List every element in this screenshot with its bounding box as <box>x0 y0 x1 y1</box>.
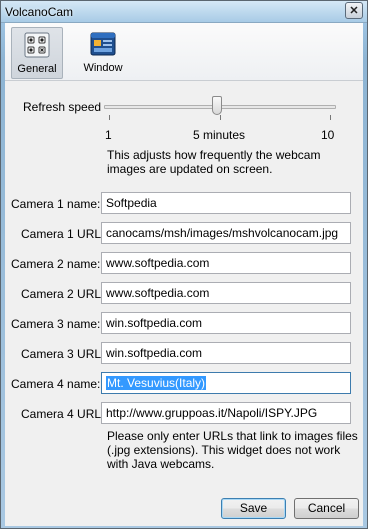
tab-general-label: General <box>17 63 57 75</box>
camera4-name-selection: Mt. Vesuvius(Italy) <box>106 376 207 390</box>
url-help-line: (.jpg extensions). This widget does not … <box>107 443 341 457</box>
refresh-help-line: images are updated on screen. <box>107 162 273 176</box>
refresh-speed-thumb[interactable] <box>212 96 222 115</box>
camera3-url-label: Camera 3 URL: <box>21 347 105 361</box>
close-icon: ✕ <box>349 5 359 17</box>
camera4-name-field[interactable]: Mt. Vesuvius(Italy) <box>101 372 351 394</box>
camera2-name-label: Camera 2 name: <box>11 257 101 271</box>
url-help-line: with Java webcams. <box>107 457 215 471</box>
camera4-name-label: Camera 4 name: <box>11 377 101 391</box>
camera4-url-field[interactable]: http://www.gruppoas.it/Napoli/ISPY.JPG <box>101 402 351 424</box>
switches-icon <box>24 32 50 58</box>
slider-tick <box>109 115 110 120</box>
window-icon <box>90 32 116 56</box>
url-help-text: Please only enter URLs that link to imag… <box>107 429 358 471</box>
slider-min-label: 1 <box>105 128 112 142</box>
cancel-button[interactable]: Cancel <box>294 498 359 519</box>
camera2-url-field[interactable]: www.softpedia.com <box>101 282 351 304</box>
camera2-name-field[interactable]: www.softpedia.com <box>101 252 351 274</box>
slider-mid-label: 5 minutes <box>193 128 246 142</box>
camera1-name-label: Camera 1 name: <box>11 197 101 211</box>
camera1-url-label: Camera 1 URL: <box>21 227 105 241</box>
preferences-window: VolcanoCam ✕ General Window Refresh spee… <box>0 0 368 529</box>
camera3-url-field[interactable]: win.softpedia.com <box>101 342 351 364</box>
url-help-line: Please only enter URLs that link to imag… <box>107 429 358 443</box>
camera2-url-label: Camera 2 URL: <box>21 287 105 301</box>
close-button[interactable]: ✕ <box>345 2 363 19</box>
general-panel: Refresh speed 1 5 minutes 10 This adjust… <box>5 81 363 526</box>
camera4-url-label: Camera 4 URL: <box>21 407 105 421</box>
refresh-help-line: This adjusts how frequently the webcam <box>107 148 321 162</box>
tab-window-label: Window <box>83 62 123 74</box>
refresh-help-text: This adjusts how frequently the webcam i… <box>107 148 320 176</box>
slider-tick <box>220 115 221 120</box>
slider-max-label: 10 <box>321 128 335 142</box>
tab-general[interactable]: General <box>11 27 63 79</box>
slider-tick <box>330 115 331 120</box>
refresh-speed-label: Refresh speed <box>23 100 102 114</box>
window-title: VolcanoCam <box>5 5 74 19</box>
preferences-toolbar: General Window <box>5 23 363 81</box>
title-bar[interactable]: VolcanoCam ✕ <box>1 1 367 23</box>
camera3-name-label: Camera 3 name: <box>11 317 101 331</box>
tab-window[interactable]: Window <box>77 27 129 79</box>
camera1-name-field[interactable]: Softpedia <box>101 192 351 214</box>
save-button[interactable]: Save <box>221 498 286 519</box>
camera3-name-field[interactable]: win.softpedia.com <box>101 312 351 334</box>
camera1-url-field[interactable]: canocams/msh/images/mshvolcanocam.jpg <box>101 222 351 244</box>
